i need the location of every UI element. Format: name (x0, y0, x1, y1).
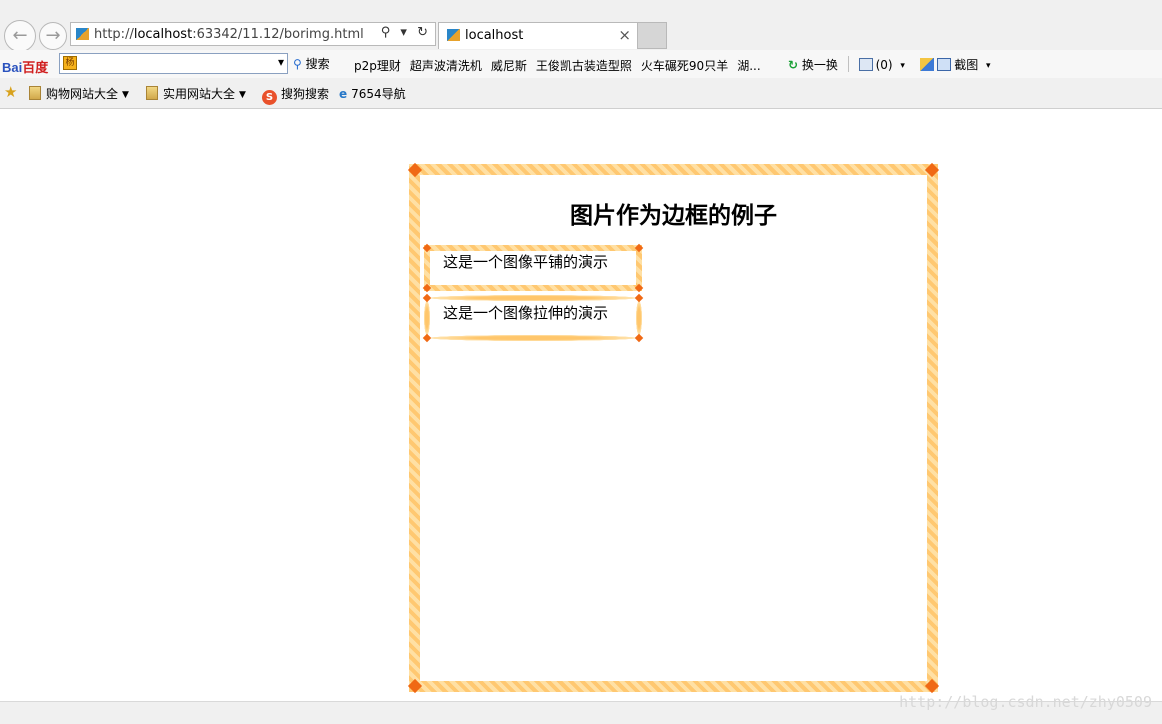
favorites-star-icon[interactable]: ★ (4, 83, 17, 101)
demo-round-box: 这是一个图像平铺的演示 (422, 243, 644, 293)
border-image-container: 图片作为边框的例子 这是一个图像平铺的演示 这是一个图像拉伸的演示 (407, 162, 940, 694)
forward-button[interactable]: → (39, 22, 67, 50)
watermark: http://blog.csdn.net/zhy0509 (899, 693, 1152, 711)
refresh-icon: ↻ (788, 58, 799, 72)
hot-link[interactable]: 威尼斯 (491, 59, 527, 73)
sogou-icon: S (262, 90, 277, 105)
screenshot-button[interactable]: 截图 ▾ (920, 58, 991, 72)
back-button[interactable]: ← (4, 20, 36, 52)
hot-link[interactable]: 超声波清洗机 (410, 59, 482, 73)
address-url[interactable]: http://localhost:63342/11.12/borimg.html (94, 27, 364, 42)
folder-icon (146, 86, 158, 100)
demo-round-text: 这是一个图像平铺的演示 (443, 253, 609, 271)
tab-close-icon[interactable]: × (618, 26, 631, 44)
divider (847, 56, 849, 72)
toolbar-tools: ↻ 换一换 (0) ▾ 截图 ▾ (788, 56, 991, 73)
demo-round-text-wrap: 这是一个图像平铺的演示 (424, 245, 642, 291)
search-engine-logo: 杨 (63, 56, 77, 70)
address-bar[interactable]: http://localhost:63342/11.12/borimg.html… (70, 22, 436, 46)
browser-chrome: ← → http://localhost:63342/11.12/borimg.… (0, 0, 1162, 109)
new-tab-button[interactable] (638, 22, 667, 49)
tab-localhost[interactable]: localhost × (438, 22, 638, 49)
caret-down-icon: ▼ (122, 90, 129, 100)
refresh-links-button[interactable]: ↻ 换一换 (788, 58, 838, 72)
demo-stretch-text-wrap: 这是一个图像拉伸的演示 (424, 295, 642, 341)
search-button[interactable]: ⚲ 搜索 (293, 55, 330, 72)
tab-title: localhost (465, 28, 524, 43)
search-icon: ⚲ (293, 57, 302, 71)
hot-link[interactable]: 王俊凯古装造型照 (536, 59, 632, 73)
site-favicon (76, 28, 89, 40)
hot-link[interactable]: 湖... (737, 59, 760, 73)
chevron-down-icon[interactable]: ▾ (900, 61, 905, 71)
ie-icon: e (339, 87, 348, 101)
chevron-down-icon[interactable]: ▾ (278, 55, 284, 69)
popup-blocker-button[interactable]: (0) ▾ (858, 58, 905, 72)
hot-link[interactable]: p2p理财 (354, 59, 401, 73)
page-title: 图片作为边框的例子 (570, 202, 777, 229)
demo-stretch-box: 这是一个图像拉伸的演示 (422, 293, 644, 343)
demo-stretch-text: 这是一个图像拉伸的演示 (443, 304, 609, 322)
search-toolbar: Bai百度 杨 ▾ ⚲ 搜索 p2p理财 超声波清洗机 威尼斯 王俊凯古装造型照 火车碾… (0, 50, 1162, 78)
hot-link[interactable]: 火车碾死90只羊 (641, 59, 728, 73)
address-search-refresh-icons[interactable]: ⚲ ▾ ↻ (381, 25, 431, 40)
favorites-link-sogou[interactable]: S 搜狗搜索 (262, 85, 329, 105)
tab-favicon (447, 29, 460, 41)
pencil-icon (920, 58, 935, 71)
favorites-folder-useful[interactable]: 实用网站大全 ▼ (146, 85, 246, 102)
chevron-down-icon[interactable]: ▾ (986, 61, 991, 71)
baidu-logo[interactable]: Bai百度 (2, 57, 48, 76)
search-input[interactable]: 杨 ▾ (59, 53, 288, 74)
hot-links: p2p理财 超声波清洗机 威尼斯 王俊凯古装造型照 火车碾死90只羊 湖... (354, 57, 770, 74)
favorites-bar: ★ 购物网站大全 ▼ 实用网站大全 ▼ S 搜狗搜索 e 7654导航 (0, 80, 1162, 106)
favorites-folder-shopping[interactable]: 购物网站大全 ▼ (29, 85, 129, 102)
favorites-link-7654[interactable]: e 7654导航 (339, 85, 406, 102)
caret-down-icon: ▼ (239, 90, 246, 100)
window-icon (858, 58, 873, 71)
screenshot-icon (937, 58, 952, 71)
folder-icon (29, 86, 41, 100)
